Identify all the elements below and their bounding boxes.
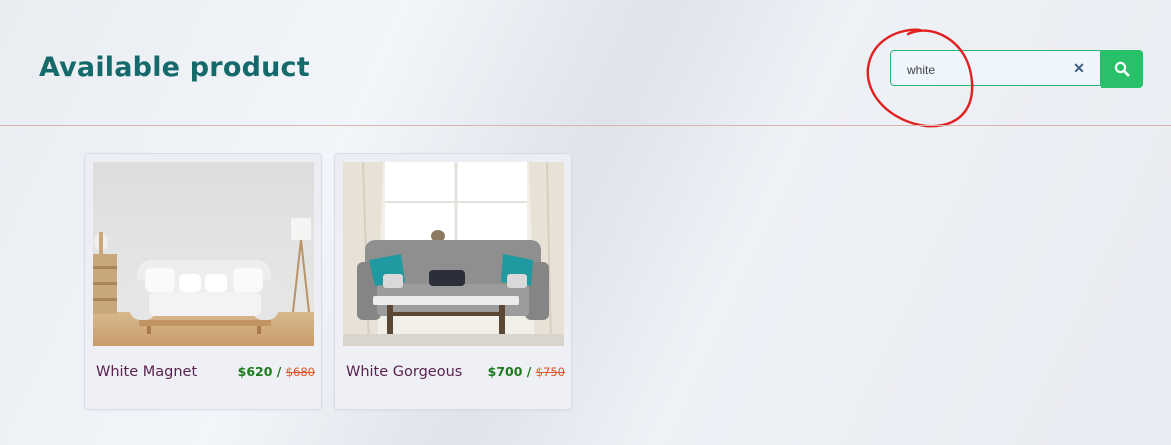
product-image[interactable] [343,162,564,346]
search-button[interactable] [1101,50,1143,88]
search-icon [1114,61,1130,77]
product-price: $700 / $750 [488,364,565,379]
product-card[interactable]: White Gorgeous $700 / $750 [334,153,572,410]
header-divider [0,125,1171,126]
page-title: Available product [39,52,310,83]
annotation-circle [866,28,974,128]
current-price: $700 [487,364,523,379]
price-separator: / [522,364,536,379]
product-name: White Gorgeous [346,364,463,380]
original-price: $750 [535,365,565,379]
close-icon[interactable]: ✕ [1072,61,1086,75]
original-price: $680 [285,365,315,379]
current-price: $620 [237,364,273,379]
product-card[interactable]: White Magnet $620 / $680 [84,153,322,410]
price-separator: / [272,364,286,379]
product-image[interactable] [93,162,314,346]
header: Available product ✕ [0,0,1171,128]
product-name: White Magnet [96,364,198,380]
product-price: $620 / $680 [238,364,315,379]
